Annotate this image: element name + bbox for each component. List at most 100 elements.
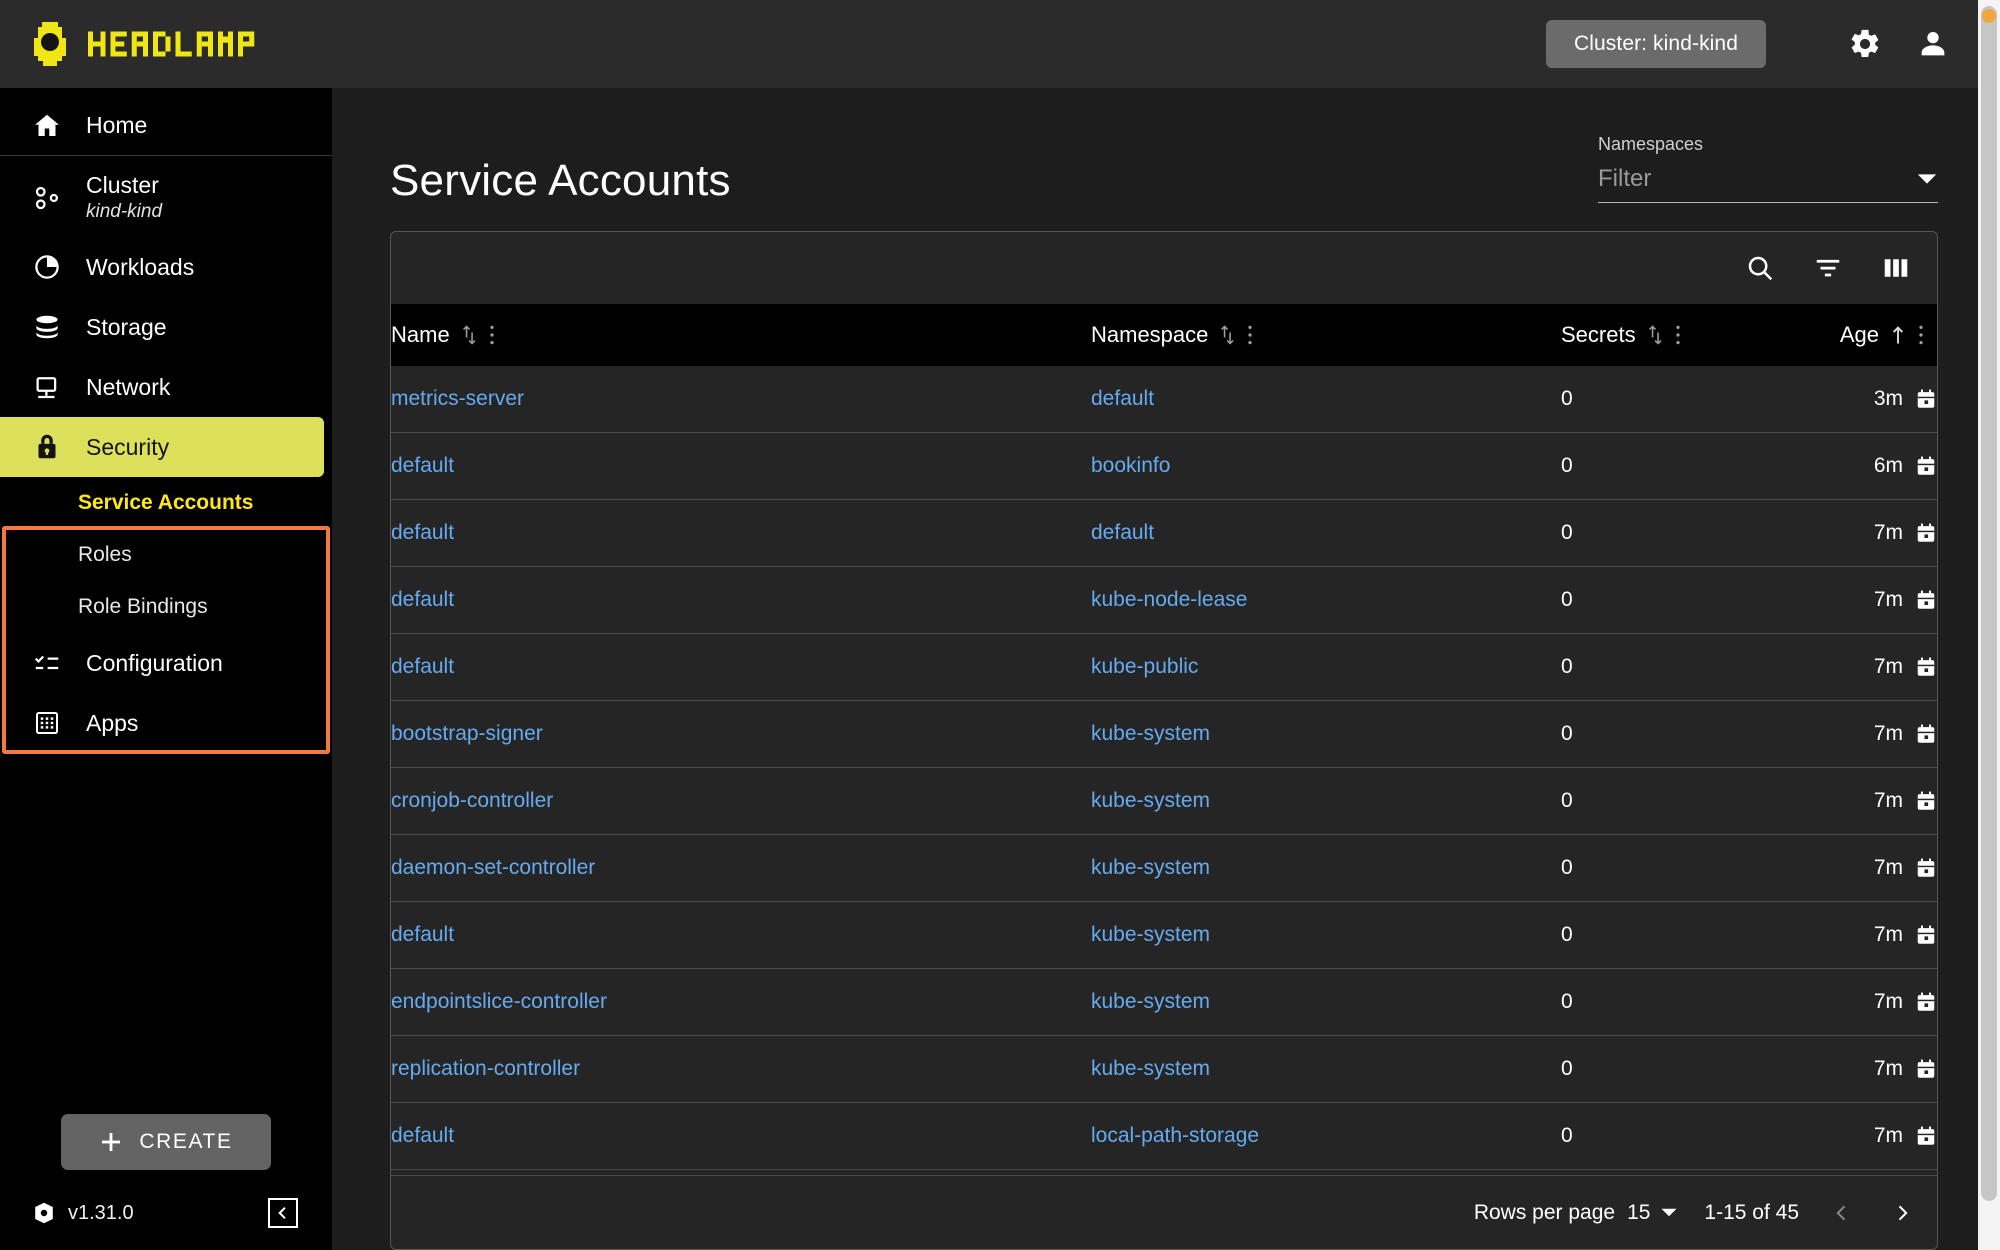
- age-value: 3m: [1873, 387, 1903, 410]
- sidebar-item-storage[interactable]: Storage: [0, 297, 332, 357]
- namespace-link[interactable]: bookinfo: [1091, 454, 1170, 477]
- workloads-pie-icon: [35, 255, 59, 279]
- scrollbar-thumb[interactable]: [1981, 6, 1997, 1201]
- chevron-left-icon: [1836, 1205, 1846, 1220]
- column-header-name[interactable]: Name: [391, 304, 1091, 366]
- table-row[interactable]: default bookinfo 0 6m: [391, 432, 1937, 500]
- search-icon[interactable]: [1745, 253, 1775, 283]
- sidebar-item-network[interactable]: Network: [0, 357, 332, 417]
- cell-name: cronjob-controller: [391, 767, 1091, 835]
- table-row[interactable]: default kube-system 0 7m: [391, 901, 1937, 969]
- namespace-link[interactable]: default: [1091, 521, 1154, 544]
- cell-age: 7m: [1781, 700, 1937, 768]
- app-root: Cluster: kind-kind Home Cluster kind-kin…: [0, 0, 2000, 1250]
- column-menu-icon[interactable]: [1917, 322, 1925, 348]
- namespace-link[interactable]: kube-system: [1091, 990, 1210, 1013]
- sidebar-item-role-bindings[interactable]: Role Bindings: [0, 581, 332, 633]
- page-header: Service Accounts Namespaces Filter: [390, 88, 1938, 231]
- table-row[interactable]: endpointslice-controller kube-system 0 7m: [391, 968, 1937, 1036]
- namespace-link[interactable]: kube-public: [1091, 655, 1198, 678]
- table-row[interactable]: default kube-public 0 7m: [391, 633, 1937, 701]
- cluster-selector-button[interactable]: Cluster: kind-kind: [1545, 20, 1766, 68]
- sidebar-item-workloads[interactable]: Workloads: [0, 237, 332, 297]
- namespace-link[interactable]: kube-system: [1091, 1057, 1210, 1080]
- service-account-link[interactable]: metrics-server: [391, 387, 524, 410]
- sidebar-item-configuration[interactable]: Configuration: [0, 633, 332, 693]
- secrets-value: 0: [1561, 722, 1573, 745]
- service-account-link[interactable]: default: [391, 1124, 454, 1147]
- namespace-link[interactable]: default: [1091, 387, 1154, 410]
- cell-name: default: [391, 432, 1091, 500]
- sort-both-icon[interactable]: [1218, 324, 1236, 346]
- service-account-link[interactable]: default: [391, 655, 454, 678]
- service-account-link[interactable]: endpointslice-controller: [391, 990, 607, 1013]
- service-accounts-table: Name Namespace Secrets Age metrics-serve…: [391, 304, 1937, 1175]
- service-accounts-card: Name Namespace Secrets Age metrics-serve…: [390, 231, 1938, 1250]
- sort-ascending-icon[interactable]: [1889, 324, 1907, 346]
- column-header-namespace[interactable]: Namespace: [1091, 304, 1561, 366]
- create-button[interactable]: CREATE: [61, 1114, 271, 1170]
- service-account-link[interactable]: default: [391, 454, 454, 477]
- person-icon[interactable]: [1916, 27, 1950, 61]
- namespaces-filter[interactable]: Namespaces Filter: [1598, 134, 1938, 205]
- column-header-age[interactable]: Age: [1781, 304, 1937, 366]
- namespace-link[interactable]: kube-system: [1091, 856, 1210, 879]
- namespace-link[interactable]: local-path-storage: [1091, 1124, 1259, 1147]
- service-account-link[interactable]: default: [391, 521, 454, 544]
- cell-secrets: 0: [1561, 566, 1781, 634]
- sidebar-footer: CREATE v1.31.0: [0, 1114, 332, 1250]
- column-menu-icon[interactable]: [488, 322, 496, 348]
- table-row[interactable]: daemon-set-controller kube-system 0 7m: [391, 834, 1937, 902]
- rows-per-page: Rows per page 15: [1474, 1201, 1679, 1225]
- sidebar-item-roles[interactable]: Roles: [0, 529, 332, 581]
- namespaces-select[interactable]: Filter: [1598, 165, 1938, 203]
- namespace-link[interactable]: kube-node-lease: [1091, 588, 1247, 611]
- sidebar-item-home[interactable]: Home: [0, 96, 332, 156]
- table-row[interactable]: default kube-node-lease 0 7m: [391, 566, 1937, 634]
- column-menu-icon[interactable]: [1246, 322, 1254, 348]
- pagination-prev-button[interactable]: [1825, 1196, 1859, 1230]
- window-scrollbar[interactable]: [1978, 0, 2000, 1250]
- sidebar-label-col: Configuration: [86, 650, 223, 677]
- sort-both-icon[interactable]: [460, 324, 478, 346]
- column-menu-icon[interactable]: [1674, 322, 1682, 348]
- table-row[interactable]: default local-path-storage 0 7m: [391, 1102, 1937, 1170]
- table-row[interactable]: replication-controller kube-system 0 7m: [391, 1035, 1937, 1103]
- service-account-link[interactable]: replication-controller: [391, 1057, 580, 1080]
- service-account-link[interactable]: cronjob-controller: [391, 789, 553, 812]
- sidebar: Home Cluster kind-kind Workloads Storage…: [0, 88, 332, 1250]
- column-header-secrets[interactable]: Secrets: [1561, 304, 1781, 366]
- sidebar-item-service-accounts[interactable]: Service Accounts: [0, 477, 332, 529]
- header-inner: Secrets: [1561, 322, 1781, 348]
- namespace-link[interactable]: kube-system: [1091, 789, 1210, 812]
- service-account-link[interactable]: daemon-set-controller: [391, 856, 595, 879]
- service-account-link[interactable]: bootstrap-signer: [391, 722, 543, 745]
- cell-name: default: [391, 499, 1091, 567]
- sidebar-item-cluster[interactable]: Cluster kind-kind: [0, 158, 332, 237]
- chevron-down-icon[interactable]: [1916, 172, 1938, 186]
- namespace-link[interactable]: kube-system: [1091, 923, 1210, 946]
- sidebar-item-security[interactable]: Security: [0, 417, 324, 477]
- service-account-link[interactable]: default: [391, 588, 454, 611]
- table-row[interactable]: default default 0 7m: [391, 499, 1937, 567]
- secrets-value: 0: [1561, 1124, 1573, 1147]
- cell-secrets: 0: [1561, 1035, 1781, 1103]
- sidebar-collapse-button[interactable]: [268, 1198, 298, 1228]
- pagination-next-button[interactable]: [1885, 1196, 1919, 1230]
- gear-icon[interactable]: [1848, 27, 1882, 61]
- sidebar-item-label: Network: [86, 373, 171, 400]
- service-account-link[interactable]: default: [391, 923, 454, 946]
- cell-secrets: 0: [1561, 700, 1781, 768]
- table-row[interactable]: cronjob-controller kube-system 0 7m: [391, 767, 1937, 835]
- cell-age: 7m: [1781, 1035, 1937, 1103]
- columns-icon[interactable]: [1881, 253, 1911, 283]
- sort-both-icon[interactable]: [1646, 324, 1664, 346]
- namespace-link[interactable]: kube-system: [1091, 722, 1210, 745]
- sidebar-item-apps[interactable]: Apps: [0, 693, 332, 753]
- rows-per-page-select[interactable]: 15: [1627, 1201, 1678, 1225]
- filter-icon[interactable]: [1813, 253, 1843, 283]
- table-row[interactable]: bootstrap-signer kube-system 0 7m: [391, 700, 1937, 768]
- app-logo[interactable]: [26, 20, 288, 68]
- cell-age: 6m: [1781, 432, 1937, 500]
- table-row[interactable]: metrics-server default 0 3m: [391, 366, 1937, 433]
